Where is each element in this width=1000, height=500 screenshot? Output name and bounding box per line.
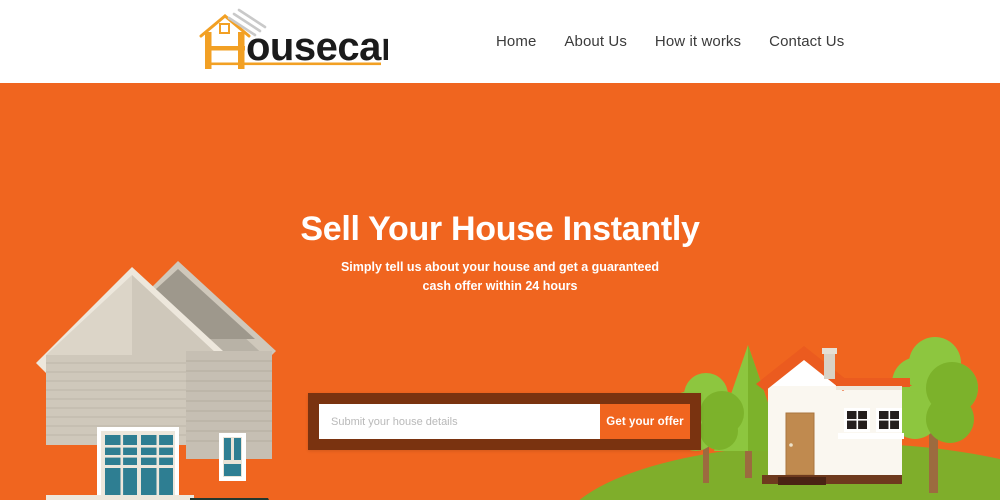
hero-section: Sell Your House Instantly Simply tell us… [0,83,1000,500]
hero-subheadline-line-1: Simply tell us about your house and get … [340,260,660,274]
house-details-form: Get your offer [308,393,701,450]
brand-logo[interactable]: ousecart [193,8,409,70]
main-navigation: Home About Us How it works Contact Us [490,0,858,83]
hero-headline: Sell Your House Instantly [300,210,700,248]
hero-content: Sell Your House Instantly Simply tell us… [0,83,1000,500]
site-header: ousecart Home About Us How it works Cont… [0,0,1000,83]
nav-item-home[interactable]: Home [490,33,550,50]
nav-item-contact-us[interactable]: Contact Us [755,33,858,50]
get-your-offer-button[interactable]: Get your offer [600,404,690,439]
nav-item-how-it-works[interactable]: How it works [641,33,755,50]
house-details-input[interactable] [319,404,600,439]
hero-subheadline-line-2: cash offer within 24 hours [422,279,578,294]
nav-item-about-us[interactable]: About Us [550,33,641,50]
housecart-logo-icon: ousecart [199,8,409,69]
form-row: Get your offer [319,404,690,439]
landing-page: ousecart Home About Us How it works Cont… [0,0,1000,500]
hero-subheadline: Simply tell us about your house and get … [0,258,1000,297]
svg-text:ousecart: ousecart [246,25,388,69]
